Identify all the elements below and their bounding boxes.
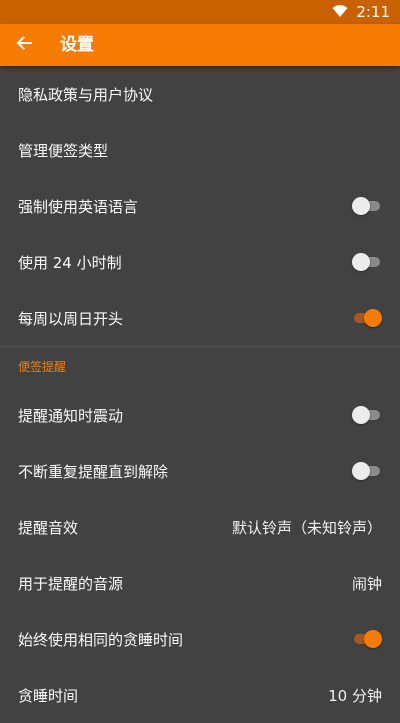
- force-english-toggle[interactable]: [352, 196, 382, 216]
- toggle-thumb: [352, 406, 370, 424]
- vibrate-toggle[interactable]: [352, 405, 382, 425]
- toggle-thumb: [352, 197, 370, 215]
- reminder-sound-label: 提醒音效: [18, 518, 79, 537]
- manage-note-types-label: 管理便签类型: [18, 141, 109, 160]
- force-english-label: 强制使用英语语言: [18, 197, 139, 216]
- week-starts-sunday-label: 每周以周日开头: [18, 309, 124, 328]
- arrow-back-icon: [16, 35, 32, 55]
- week-starts-sunday-toggle[interactable]: [352, 308, 382, 328]
- reminder-sound-item[interactable]: 提醒音效 默认铃声（未知铃声）: [0, 499, 400, 555]
- vibrate-label: 提醒通知时震动: [18, 406, 124, 425]
- toggle-thumb: [364, 309, 382, 327]
- same-snooze-item[interactable]: 始终使用相同的贪睡时间: [0, 611, 400, 667]
- toggle-thumb: [364, 630, 382, 648]
- audio-source-value: 闹钟: [351, 574, 382, 593]
- toggle-thumb: [352, 462, 370, 480]
- toggle-thumb: [352, 253, 370, 271]
- status-time: 2:11: [356, 3, 390, 21]
- privacy-policy-item[interactable]: 隐私政策与用户协议: [0, 66, 400, 122]
- reminder-sound-value: 默认铃声（未知铃声）: [231, 518, 382, 537]
- use-24h-toggle[interactable]: [352, 252, 382, 272]
- same-snooze-label: 始终使用相同的贪睡时间: [18, 630, 184, 649]
- same-snooze-toggle[interactable]: [352, 629, 382, 649]
- audio-source-item[interactable]: 用于提醒的音源 闹钟: [0, 555, 400, 611]
- snooze-time-value: 10 分钟: [328, 686, 382, 705]
- privacy-policy-label: 隐私政策与用户协议: [18, 85, 154, 104]
- repeat-until-dismissed-label: 不断重复提醒直到解除: [18, 462, 169, 481]
- use-24h-item[interactable]: 使用 24 小时制: [0, 234, 400, 290]
- settings-list: 隐私政策与用户协议 管理便签类型 强制使用英语语言 使用 24 小时制 每周以周…: [0, 66, 400, 723]
- repeat-until-dismissed-toggle[interactable]: [352, 461, 382, 481]
- repeat-until-dismissed-item[interactable]: 不断重复提醒直到解除: [0, 443, 400, 499]
- snooze-time-label: 贪睡时间: [18, 686, 79, 705]
- wifi-icon: [332, 3, 348, 22]
- use-24h-label: 使用 24 小时制: [18, 253, 122, 272]
- back-button[interactable]: [6, 24, 42, 66]
- snooze-time-item[interactable]: 贪睡时间 10 分钟: [0, 667, 400, 723]
- week-starts-sunday-item[interactable]: 每周以周日开头: [0, 290, 400, 346]
- app-bar: 设置: [0, 24, 400, 66]
- audio-source-label: 用于提醒的音源: [18, 574, 124, 593]
- status-icons: 2:11: [332, 2, 390, 22]
- reminder-section-header: 便签提醒: [18, 360, 67, 374]
- force-english-item[interactable]: 强制使用英语语言: [0, 178, 400, 234]
- page-title: 设置: [60, 35, 94, 55]
- status-bar: 2:11: [0, 0, 400, 24]
- vibrate-item[interactable]: 提醒通知时震动: [0, 387, 400, 443]
- manage-note-types-item[interactable]: 管理便签类型: [0, 122, 400, 178]
